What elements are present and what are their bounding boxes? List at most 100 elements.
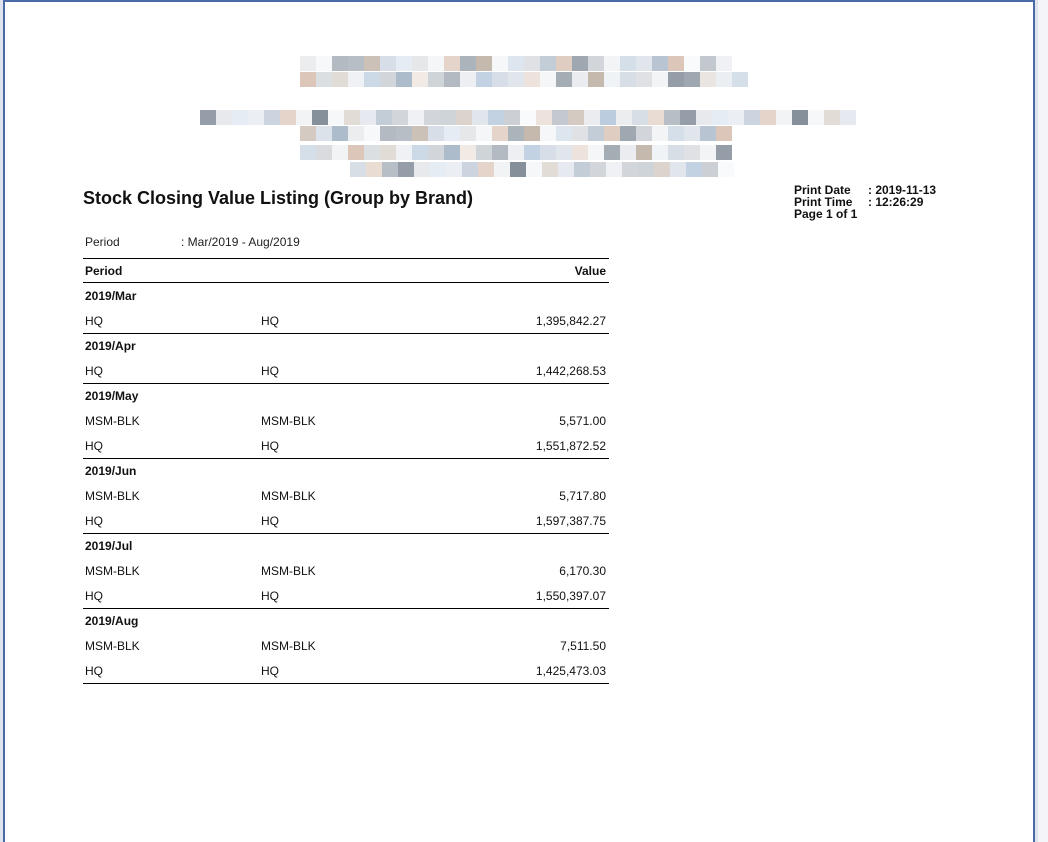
redaction-pixel (348, 126, 364, 141)
redaction-pixel (600, 110, 616, 125)
redaction-pixel (492, 145, 508, 160)
brand-desc-cell: HQ (261, 363, 279, 378)
table-row: MSM-BLK MSM-BLK 5,717.80 (83, 483, 609, 508)
redaction-pixel (604, 126, 620, 141)
brand-desc-cell: HQ (261, 513, 279, 528)
redaction-pixel (364, 72, 380, 87)
redaction-pixel (620, 145, 636, 160)
redaction-pixel (316, 126, 332, 141)
redaction-pixel (494, 162, 510, 177)
redaction-pixel (332, 145, 348, 160)
table-row: HQ HQ 1,597,387.75 (83, 508, 609, 533)
group-period-heading: 2019/Jun (83, 458, 609, 483)
redaction-pixel (702, 162, 718, 177)
redacted-company-address-line2 (300, 126, 732, 141)
redaction-pixel (460, 145, 476, 160)
brand-code-cell: HQ (85, 363, 103, 378)
viewer-scroll-edge (1038, 0, 1048, 842)
redaction-pixel (492, 72, 508, 87)
redaction-pixel (344, 110, 360, 125)
report-page: Stock Closing Value Listing (Group by Br… (3, 0, 1035, 842)
brand-desc-cell: MSM-BLK (261, 413, 316, 428)
redaction-pixel (572, 56, 588, 71)
brand-code-cell: HQ (85, 313, 103, 328)
redaction-pixel (652, 145, 668, 160)
period-filter-value: : Mar/2019 - Aug/2019 (181, 235, 300, 249)
redaction-pixel (264, 110, 280, 125)
redaction-pixel (412, 126, 428, 141)
redaction-pixel (574, 162, 590, 177)
page-number-label: Page 1 of 1 (794, 207, 858, 221)
redaction-pixel (588, 56, 604, 71)
redaction-pixel (428, 56, 444, 71)
redaction-pixel (380, 72, 396, 87)
redaction-pixel (760, 110, 776, 125)
redaction-pixel (380, 56, 396, 71)
redaction-pixel (428, 145, 444, 160)
redaction-pixel (638, 162, 654, 177)
redaction-pixel (492, 126, 508, 141)
closing-value-cell: 6,170.30 (559, 563, 606, 578)
redaction-pixel (668, 145, 684, 160)
redaction-pixel (620, 126, 636, 141)
brand-code-cell: MSM-BLK (85, 488, 140, 503)
brand-desc-cell: HQ (261, 588, 279, 603)
table-row: MSM-BLK MSM-BLK 6,170.30 (83, 558, 609, 583)
redaction-pixel (556, 56, 572, 71)
redaction-pixel (636, 56, 652, 71)
redaction-pixel (366, 162, 382, 177)
redaction-pixel (664, 110, 680, 125)
period-group: 2019/May MSM-BLK MSM-BLK 5,571.00 HQ HQ 1,551,… (83, 383, 609, 458)
redaction-pixel (460, 126, 476, 141)
redaction-pixel (588, 72, 604, 87)
redaction-pixel (684, 72, 700, 87)
brand-desc-cell: HQ (261, 438, 279, 453)
redaction-pixel (668, 126, 684, 141)
brand-code-cell: MSM-BLK (85, 563, 140, 578)
redaction-pixel (280, 110, 296, 125)
redaction-pixel (348, 72, 364, 87)
redaction-pixel (350, 162, 366, 177)
redaction-pixel (648, 110, 664, 125)
redaction-pixel (396, 72, 412, 87)
redaction-pixel (540, 126, 556, 141)
redaction-pixel (348, 56, 364, 71)
brand-desc-cell: MSM-BLK (261, 638, 316, 653)
redaction-pixel (232, 110, 248, 125)
redaction-pixel (360, 110, 376, 125)
redaction-pixel (332, 72, 348, 87)
redaction-pixel (412, 56, 428, 71)
redaction-pixel (328, 110, 344, 125)
redaction-pixel (248, 110, 264, 125)
closing-value-cell: 5,717.80 (559, 488, 606, 503)
table-row: HQ HQ 1,550,397.07 (83, 583, 609, 608)
redaction-pixel (700, 56, 716, 71)
table-header: Period Value (83, 258, 609, 283)
redaction-pixel (510, 162, 526, 177)
brand-desc-cell: HQ (261, 313, 279, 328)
redaction-pixel (572, 72, 588, 87)
group-period-heading: 2019/Mar (85, 288, 137, 303)
redaction-pixel (396, 145, 412, 160)
redaction-pixel (652, 72, 668, 87)
redaction-pixel (732, 72, 748, 87)
closing-value-cell: 1,551,872.52 (535, 438, 606, 453)
redaction-pixel (636, 145, 652, 160)
brand-code-cell: MSM-BLK (85, 638, 140, 653)
brand-code-cell: HQ (85, 588, 103, 603)
redaction-pixel (508, 56, 524, 71)
redaction-pixel (718, 162, 734, 177)
redaction-pixel (572, 145, 588, 160)
redaction-pixel (696, 110, 712, 125)
redaction-pixel (444, 145, 460, 160)
redaction-pixel (408, 110, 424, 125)
closing-value-cell: 1,395,842.27 (535, 313, 606, 328)
redaction-pixel (700, 145, 716, 160)
redaction-pixel (824, 110, 840, 125)
group-period-heading: 2019/Apr (83, 333, 609, 358)
redaction-pixel (524, 126, 540, 141)
table-row: HQ HQ 1,442,268.53 (83, 358, 609, 383)
closing-value-cell: 1,442,268.53 (535, 363, 606, 378)
closing-value-cell: 7,511.50 (560, 638, 606, 653)
closing-value-cell: 5,571.00 (559, 413, 606, 428)
